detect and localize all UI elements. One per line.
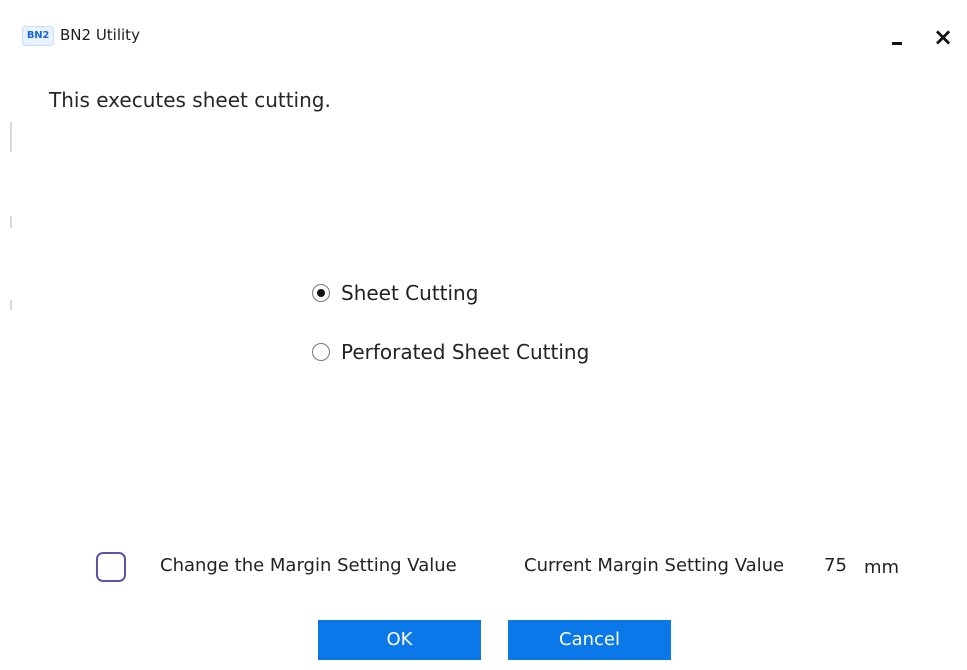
- radio-sheet-cutting[interactable]: Sheet Cutting: [312, 279, 478, 307]
- edge-mark: [10, 122, 12, 152]
- radio-selected-icon[interactable]: [312, 284, 330, 302]
- change-margin-checkbox[interactable]: [96, 552, 126, 582]
- window-title: BN2 Utility: [60, 26, 140, 44]
- edge-mark: [10, 216, 12, 228]
- bn2-logo-icon: BN2: [22, 26, 54, 46]
- cancel-button[interactable]: Cancel: [508, 620, 671, 660]
- close-button[interactable]: ×: [926, 20, 960, 54]
- change-margin-label: Change the Margin Setting Value: [160, 555, 457, 576]
- minimize-icon: [892, 41, 902, 45]
- bn2-utility-dialog: BN2 BN2 Utility × This executes sheet cu…: [0, 0, 967, 670]
- radio-perforated-sheet-cutting[interactable]: Perforated Sheet Cutting: [312, 338, 589, 366]
- minimize-button[interactable]: [880, 20, 914, 54]
- close-icon: ×: [932, 23, 954, 51]
- radio-label-perforated-sheet-cutting: Perforated Sheet Cutting: [341, 340, 590, 364]
- margin-setting-row: Change the Margin Setting Value Current …: [96, 548, 916, 584]
- current-margin-label: Current Margin Setting Value: [524, 555, 785, 576]
- current-margin-value: 75: [824, 555, 847, 576]
- margin-unit-label: mm: [864, 557, 900, 578]
- edge-mark: [10, 300, 12, 310]
- title-bar: BN2 BN2 Utility ×: [0, 0, 967, 64]
- radio-label-sheet-cutting: Sheet Cutting: [341, 281, 479, 305]
- ok-button[interactable]: OK: [318, 620, 481, 660]
- radio-unselected-icon[interactable]: [312, 343, 330, 361]
- window-left-edge: [0, 0, 14, 670]
- dialog-description: This executes sheet cutting.: [49, 88, 331, 112]
